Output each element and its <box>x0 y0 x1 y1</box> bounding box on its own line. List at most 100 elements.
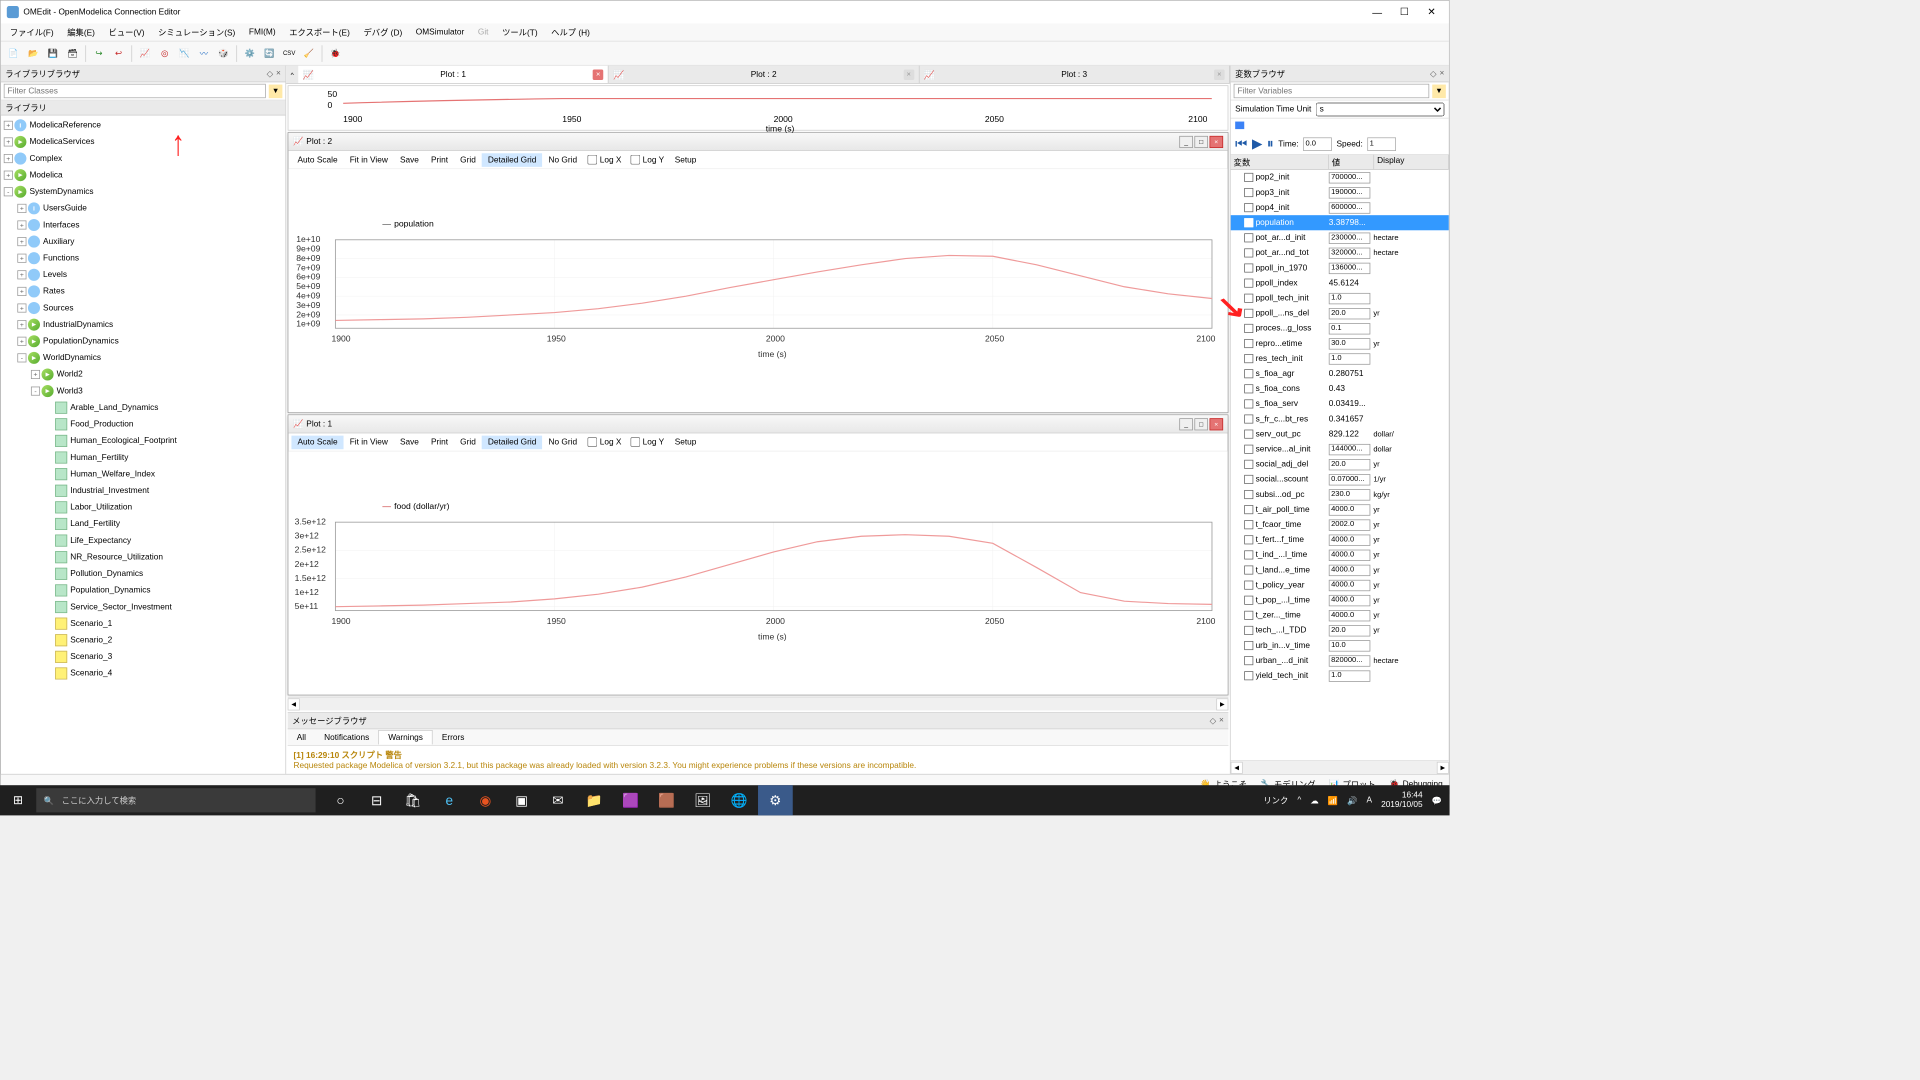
terminal-icon[interactable]: ▣ <box>504 785 539 815</box>
var-hdr-value[interactable]: 値 <box>1329 155 1374 169</box>
variable-row[interactable]: t_pop_...l_time4000.0yr <box>1231 593 1449 608</box>
app-icon-3[interactable]: 🖼 <box>686 785 721 815</box>
max-plot-button[interactable]: □ <box>1194 136 1208 148</box>
close-pane-icon[interactable]: × <box>276 69 281 79</box>
plot-tool-button[interactable]: Detailed Grid <box>482 153 543 167</box>
tray-wifi-icon[interactable]: 📶 <box>1328 795 1338 805</box>
variable-row[interactable]: s_fioa_agr0.280751 <box>1231 366 1449 381</box>
tree-node[interactable]: +Functions <box>1 250 286 267</box>
variable-row[interactable]: pop4_init600000... <box>1231 200 1449 215</box>
tree-node[interactable]: Population_Dynamics <box>1 582 286 599</box>
variable-row[interactable]: t_ind_...l_time4000.0yr <box>1231 547 1449 562</box>
variable-row[interactable]: tech_...l_TDD20.0yr <box>1231 623 1449 638</box>
plot-check[interactable]: Log X <box>583 155 626 165</box>
expand-filter-icon[interactable]: ▼ <box>269 84 283 98</box>
expand-filter-icon[interactable]: ▼ <box>1432 84 1446 98</box>
msg-tab[interactable]: Errors <box>433 730 474 744</box>
close-pane-icon[interactable]: × <box>1439 69 1444 79</box>
variable-row[interactable]: pot_ar...nd_tot320000...hectare <box>1231 245 1449 260</box>
plot-tool-button[interactable]: Print <box>425 435 454 449</box>
tree-node[interactable]: Food_Production <box>1 416 286 433</box>
variable-row[interactable]: repro...etime30.0yr <box>1231 336 1449 351</box>
undock-icon[interactable]: ◇ <box>267 69 273 79</box>
pause-icon[interactable]: ⏸ <box>1267 136 1274 152</box>
plot-tool-button[interactable]: Fit in View <box>344 435 394 449</box>
speed-input[interactable] <box>1367 137 1396 151</box>
tree-node[interactable]: Pollution_Dynamics <box>1 565 286 582</box>
tray-up-icon[interactable]: ^ <box>1297 796 1301 805</box>
filter-variables-input[interactable] <box>1234 84 1430 98</box>
tree-node[interactable]: Life_Expectancy <box>1 532 286 549</box>
variable-row[interactable]: ppoll_index45.6124 <box>1231 276 1449 291</box>
plot-tool-button[interactable]: No Grid <box>542 435 583 449</box>
tree-node[interactable]: +Interfaces <box>1 217 286 234</box>
variable-row[interactable]: yield_tech_init1.0 <box>1231 668 1449 683</box>
saveall-icon[interactable]: 🗃 <box>64 45 81 62</box>
close-plot-button[interactable]: × <box>1210 418 1224 430</box>
sim-unit-select[interactable]: s <box>1316 102 1444 116</box>
tree-node[interactable]: -World3 <box>1 383 286 400</box>
variable-row[interactable]: pot_ar...d_init230000...hectare <box>1231 230 1449 245</box>
variable-row[interactable]: pop3_init190000... <box>1231 185 1449 200</box>
tray-cloud-icon[interactable]: ☁ <box>1310 795 1318 805</box>
variable-row[interactable]: population3.38798... <box>1231 215 1449 230</box>
taskbar-search[interactable]: 🔍 ここに入力して検索 <box>36 788 315 812</box>
edge-icon[interactable]: e <box>432 785 467 815</box>
filter-classes-input[interactable] <box>4 84 266 98</box>
variable-row[interactable]: res_tech_init1.0 <box>1231 351 1449 366</box>
tree-node[interactable]: Scenario_2 <box>1 632 286 649</box>
tree-node[interactable]: +IndustrialDynamics <box>1 316 286 333</box>
plot-tool-button[interactable]: Save <box>394 153 425 167</box>
plot-line-icon[interactable]: 📈 <box>137 45 154 62</box>
tray-volume-icon[interactable]: 🔊 <box>1347 795 1357 805</box>
close-plot-button[interactable]: × <box>1210 136 1224 148</box>
store-icon[interactable]: 🛍 <box>396 785 431 815</box>
omedit-task-icon[interactable]: ⚙ <box>758 785 793 815</box>
min-plot-button[interactable]: _ <box>1179 136 1193 148</box>
plot2-canvas[interactable]: — population 1e+109e+098e+097e+096e+095e… <box>288 169 1227 412</box>
tree-node[interactable]: Human_Fertility <box>1 449 286 466</box>
library-tree[interactable]: +ModelicaReference+ModelicaServices+Comp… <box>1 116 286 774</box>
msg-tab[interactable]: Notifications <box>315 730 378 744</box>
max-plot-button[interactable]: □ <box>1194 418 1208 430</box>
menu-item[interactable]: エクスポート(E) <box>283 24 356 41</box>
var-hdr-name[interactable]: 変数 <box>1231 155 1329 169</box>
close-pane-icon[interactable]: × <box>1219 716 1224 726</box>
menu-item[interactable]: ツール(T) <box>496 24 544 41</box>
plot-tool-button[interactable]: Print <box>425 153 454 167</box>
plot-tab[interactable]: 📈Plot : 2× <box>609 66 920 83</box>
plot-parray-icon[interactable]: 〰 <box>196 45 213 62</box>
sim-icon[interactable]: ⚙️ <box>242 45 259 62</box>
plot-tab[interactable]: 📈Plot : 3× <box>919 66 1230 83</box>
plot-tab[interactable]: 📈Plot : 1× <box>298 66 609 83</box>
variable-row[interactable]: proces...g_loss0.1 <box>1231 321 1449 336</box>
variable-row[interactable]: urban_...d_init820000...hectare <box>1231 653 1449 668</box>
undock-icon[interactable]: ◇ <box>1430 69 1436 79</box>
tree-node[interactable]: +PopulationDynamics <box>1 333 286 350</box>
ubuntu-icon[interactable]: ◉ <box>468 785 503 815</box>
tree-node[interactable]: Human_Welfare_Index <box>1 466 286 483</box>
tree-node[interactable]: NR_Resource_Utilization <box>1 549 286 566</box>
plot-tool-button[interactable]: Save <box>394 435 425 449</box>
tray-notif-icon[interactable]: 💬 <box>1432 795 1442 805</box>
plot-array-icon[interactable]: 📉 <box>176 45 193 62</box>
menu-item[interactable]: デバグ (D) <box>357 24 408 41</box>
tree-node[interactable]: -WorldDynamics <box>1 350 286 367</box>
plot-tool-button[interactable]: Grid <box>454 435 482 449</box>
tree-node[interactable]: +Levels <box>1 267 286 284</box>
tree-node[interactable]: +Rates <box>1 283 286 300</box>
tree-node[interactable]: +Auxiliary <box>1 233 286 250</box>
variable-row[interactable]: t_fert...f_time4000.0yr <box>1231 532 1449 547</box>
menu-item[interactable]: ファイル(F) <box>4 24 60 41</box>
variable-row[interactable]: s_fioa_cons0.43 <box>1231 381 1449 396</box>
anim-icon[interactable]: 🎲 <box>215 45 232 62</box>
variable-row[interactable]: t_zer..._time4000.0yr <box>1231 608 1449 623</box>
menu-item[interactable]: 編集(E) <box>61 24 101 41</box>
tree-node[interactable]: Land_Fertility <box>1 516 286 533</box>
app-icon-2[interactable]: 🟫 <box>649 785 684 815</box>
tree-node[interactable]: Scenario_4 <box>1 665 286 682</box>
plot-param-icon[interactable]: ◎ <box>156 45 173 62</box>
menu-item[interactable]: FMI(M) <box>243 25 282 39</box>
tray-ime-icon[interactable]: A <box>1366 796 1372 805</box>
variable-list[interactable]: pop2_init700000...pop3_init190000...pop4… <box>1231 170 1449 760</box>
